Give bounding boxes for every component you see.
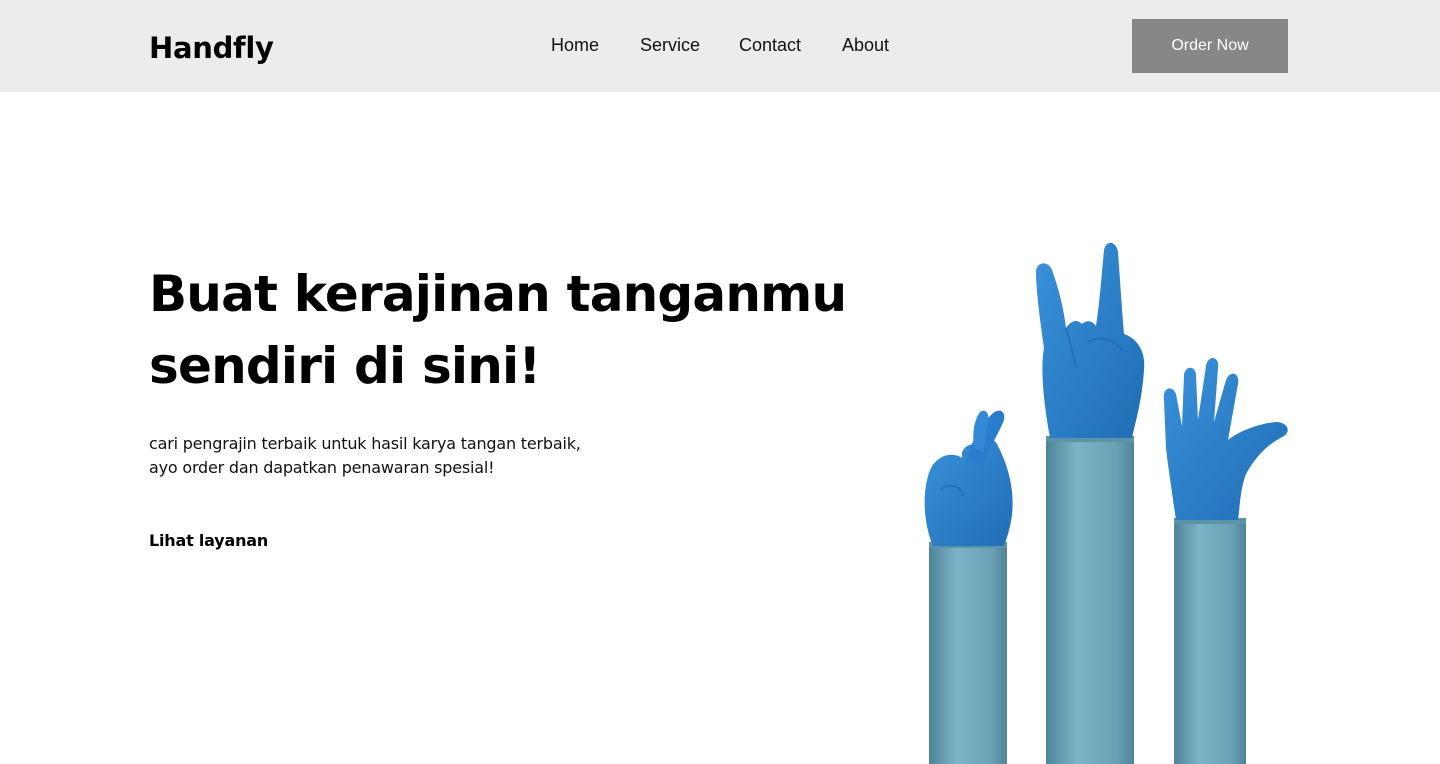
nav-link-service[interactable]: Service (640, 35, 700, 56)
hero-subtitle: cari pengrajin terbaik untuk hasil karya… (149, 432, 619, 480)
hero-title-line-2: sendiri di sini! (149, 337, 541, 395)
hero-title-line-1: Buat kerajinan tanganmu (149, 265, 847, 323)
nav-link-contact[interactable]: Contact (739, 35, 801, 56)
open-palm-hand (1163, 357, 1288, 764)
raised-hands-illustration (924, 242, 1288, 764)
hero-subtitle-line-1: cari pengrajin terbaik untuk hasil karya… (149, 434, 581, 453)
rock-sign-hand (1036, 242, 1145, 764)
site-header: Handfly Home Service Contact About Order… (0, 0, 1440, 92)
hero-subtitle-line-2: ayo order dan dapatkan penawaran spesial… (149, 458, 495, 477)
crossed-fingers-hand (924, 410, 1013, 764)
order-now-button[interactable]: Order Now (1132, 19, 1288, 73)
nav-link-home[interactable]: Home (551, 35, 599, 56)
nav-link-about[interactable]: About (842, 35, 889, 56)
hero-title: Buat kerajinan tanganmu sendiri di sini! (149, 258, 849, 402)
view-services-link[interactable]: Lihat layanan (149, 531, 268, 550)
